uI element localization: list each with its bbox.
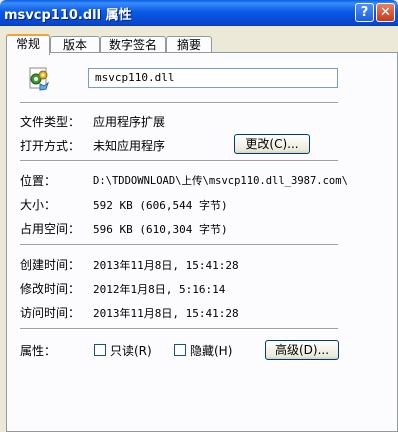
size-value: 592 KB (606,544 字节): [93, 199, 228, 212]
size-on-disk-label: 占用空间：: [20, 222, 81, 236]
modified-value: 2012年1月8日, 5:16:14: [93, 283, 226, 296]
divider: [20, 244, 338, 246]
accessed-label: 访问时间：: [20, 306, 81, 320]
hidden-label[interactable]: 隐藏(H): [190, 342, 232, 359]
tab-digital-signature[interactable]: 数字签名: [100, 36, 166, 53]
location-value: D:\TDDOWNLOAD\上传\msvcp110.dll_3987.com\: [93, 175, 348, 187]
file-type-value: 应用程序扩展: [93, 115, 166, 129]
title-bar[interactable]: msvcp110.dll 属性 ? ✕: [0, 0, 398, 26]
window-title: msvcp110.dll 属性: [4, 8, 132, 23]
tab-summary[interactable]: 摘要: [166, 36, 212, 53]
tab-general[interactable]: 常规: [6, 34, 50, 55]
readonly-label[interactable]: 只读(R): [110, 342, 152, 359]
close-button[interactable]: ✕: [376, 3, 395, 22]
created-label: 创建时间：: [20, 258, 81, 272]
dll-file-icon: [29, 67, 49, 91]
divider: [20, 102, 338, 104]
tab-version[interactable]: 版本: [50, 36, 100, 53]
help-icon: ?: [360, 5, 369, 20]
open-with-value: 未知应用程序: [93, 139, 166, 153]
divider: [20, 160, 338, 162]
help-button[interactable]: ?: [355, 3, 374, 22]
size-label: 大小：: [20, 198, 57, 212]
accessed-value: 2013年11月8日, 15:41:28: [93, 307, 239, 320]
modified-label: 修改时间：: [20, 282, 81, 296]
close-icon: ✕: [380, 5, 391, 20]
created-value: 2013年11月8日, 15:41:28: [93, 259, 239, 272]
divider: [20, 328, 338, 330]
open-with-label: 打开方式：: [20, 139, 81, 153]
location-label: 位置：: [20, 174, 57, 188]
filename-field[interactable]: msvcp110.dll: [88, 68, 338, 88]
general-tab-panel: [6, 52, 398, 432]
file-type-label: 文件类型：: [20, 115, 81, 129]
hidden-checkbox[interactable]: [174, 344, 186, 356]
advanced-button[interactable]: 高级(D)...: [265, 340, 339, 360]
size-on-disk-value: 596 KB (610,304 字节): [93, 223, 228, 236]
change-button[interactable]: 更改(C)...: [234, 134, 310, 154]
readonly-checkbox[interactable]: [94, 344, 106, 356]
attributes-label: 属性：: [20, 344, 57, 358]
